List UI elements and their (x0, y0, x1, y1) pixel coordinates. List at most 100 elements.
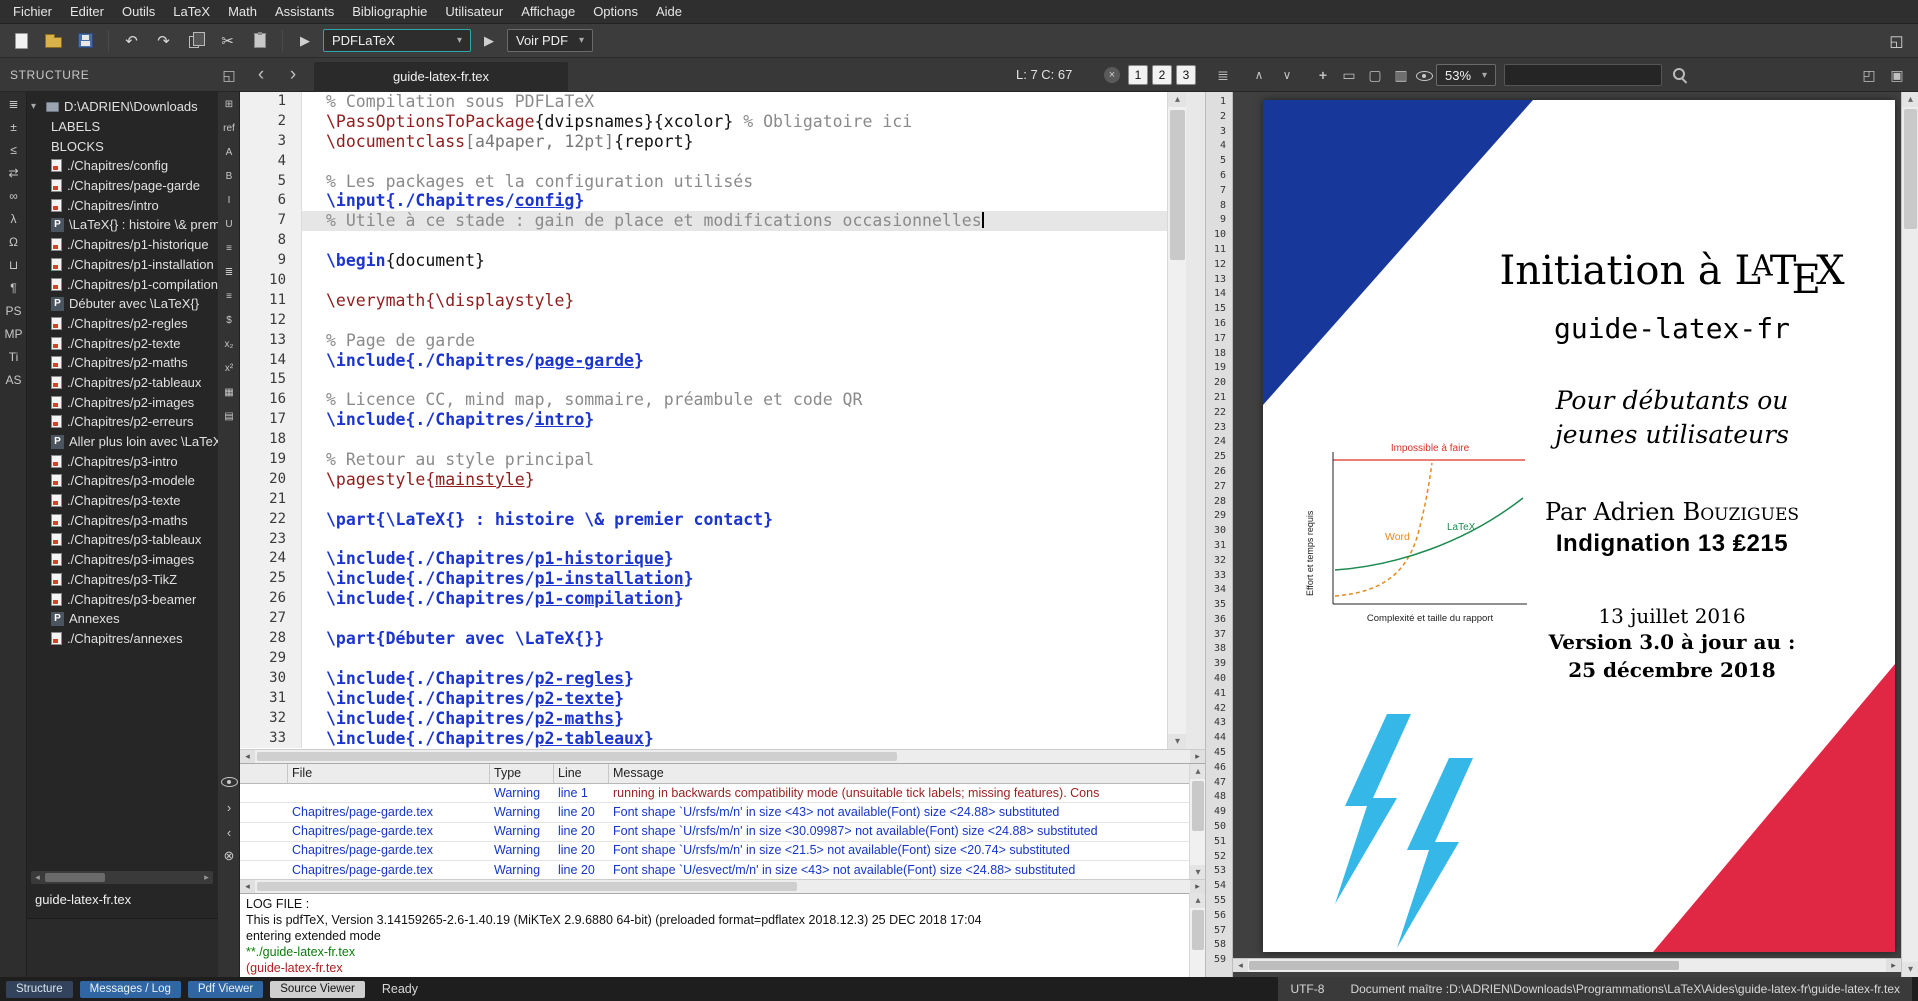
tree-item-5[interactable]: ./Chapitres/intro (27, 195, 218, 215)
status-tab-source-viewer[interactable]: Source Viewer (270, 981, 365, 998)
menu-utilisateur[interactable]: Utilisateur (436, 2, 512, 21)
code-line-30[interactable]: 30\include{./Chapitres/p2-regles} (240, 669, 1186, 689)
pdf-presentation-eye-icon[interactable] (1416, 67, 1433, 83)
message-row[interactable]: Chapitres/page-garde.texWarningline 20Fo… (240, 861, 1205, 879)
code-line-7[interactable]: 7% Utile à ce stade : gain de place et m… (240, 211, 1186, 231)
menu-options[interactable]: Options (584, 2, 647, 21)
tree-item-25[interactable]: ./Chapitres/p3-beamer (27, 589, 218, 609)
subscript-button[interactable]: x₂ (218, 332, 240, 356)
viewer-select[interactable]: Voir PDF ▾ (507, 29, 593, 52)
ref-button[interactable]: ref (218, 116, 240, 140)
detach-panel-icon[interactable]: ◱ (218, 58, 240, 92)
scrollbar-thumb[interactable] (1904, 109, 1917, 229)
code-text[interactable]: \include{./Chapitres/p2-texte} (302, 689, 1186, 709)
code-text[interactable]: \include{./Chapitres/p1-installation} (302, 569, 1186, 589)
search-icon[interactable] (1672, 67, 1688, 83)
code-text[interactable] (302, 271, 1186, 291)
view-mode-3-button[interactable]: 3 (1176, 65, 1196, 85)
align-center-button[interactable]: ≣ (218, 260, 240, 284)
code-text[interactable] (302, 430, 1186, 450)
scroll-left-icon[interactable]: ◂ (1233, 959, 1248, 972)
scrollbar-thumb[interactable] (257, 752, 897, 761)
menu-outils[interactable]: Outils (113, 2, 164, 21)
scroll-down-icon[interactable]: ▾ (1190, 865, 1205, 879)
code-line-14[interactable]: 14\include{./Chapitres/page-garde} (240, 351, 1186, 371)
scroll-left-icon[interactable]: ◂ (240, 750, 255, 763)
detach-window-icon[interactable]: ◱ (1883, 28, 1910, 54)
misc-text-button[interactable]: ¶ (0, 276, 27, 299)
scroll-right-icon[interactable]: ▸ (200, 871, 213, 884)
pdf-zoom-select[interactable]: 53% ▾ (1436, 64, 1496, 86)
open-document-item[interactable]: guide-latex-fr.tex (35, 892, 131, 907)
tree-item-24[interactable]: ./Chapitres/p3-TikZ (27, 570, 218, 590)
menu-latex[interactable]: LaTeX (164, 2, 219, 21)
tree-item-8[interactable]: ./Chapitres/p1-installation (27, 255, 218, 275)
collapse-left-icon[interactable]: ‹ (218, 821, 240, 843)
code-line-26[interactable]: 26\include{./Chapitres/p1-compilation} (240, 589, 1186, 609)
menu-assistants[interactable]: Assistants (266, 2, 343, 21)
code-line-16[interactable]: 16% Licence CC, mind map, sommaire, préa… (240, 390, 1186, 410)
scroll-up-icon[interactable]: ▴ (1168, 92, 1186, 107)
code-line-31[interactable]: 31\include{./Chapitres/p2-texte} (240, 689, 1186, 709)
code-line-19[interactable]: 19% Retour au style principal (240, 450, 1186, 470)
relation-symbols-button[interactable]: ≤ (0, 138, 27, 161)
code-text[interactable]: % Utile à ce stade : gain de place et mo… (302, 211, 1186, 231)
menu-aide[interactable]: Aide (647, 2, 691, 21)
scroll-right-icon[interactable]: ▸ (1190, 750, 1205, 763)
code-text[interactable]: \include{./Chapitres/page-garde} (302, 351, 1186, 371)
tree-item-9[interactable]: ./Chapitres/p1-compilation (27, 274, 218, 294)
tree-item-21[interactable]: ./Chapitres/p3-maths (27, 510, 218, 530)
scrollbar-thumb[interactable] (1192, 781, 1204, 831)
inline-math-button[interactable]: $ (218, 308, 240, 332)
code-line-5[interactable]: 5% Les packages et la configuration util… (240, 172, 1186, 192)
matrix-button[interactable]: ▦ (218, 380, 240, 404)
scroll-up-icon[interactable]: ▴ (1902, 92, 1918, 107)
save-button[interactable] (72, 28, 99, 54)
code-text[interactable]: \include{./Chapitres/p1-compilation} (302, 589, 1186, 609)
nav-back-icon[interactable]: ‹ (250, 58, 272, 92)
tree-item-3[interactable]: ./Chapitres/config (27, 156, 218, 176)
code-text[interactable]: \include{./Chapitres/intro} (302, 410, 1186, 430)
tikz-button[interactable]: Ti (0, 345, 27, 368)
code-line-17[interactable]: 17\include{./Chapitres/intro} (240, 410, 1186, 430)
code-text[interactable] (302, 609, 1186, 629)
log-vertical-scrollbar[interactable]: ▴ (1189, 893, 1205, 977)
code-text[interactable]: \part{\LaTeX{} : histoire \& premier con… (302, 510, 1186, 530)
pdf-viewer[interactable]: Initiation à LATEX guide-latex-fr Pour d… (1233, 92, 1918, 977)
scrollbar-thumb[interactable] (1170, 110, 1185, 260)
code-line-28[interactable]: 28\part{Débuter avec \LaTeX{}} (240, 629, 1186, 649)
tree-item-18[interactable]: ./Chapitres/p3-intro (27, 451, 218, 471)
editor-tab[interactable]: guide-latex-fr.tex (314, 62, 568, 92)
tree-item-27[interactable]: ./Chapitres/annexes (27, 629, 218, 649)
pdf-vertical-scrollbar[interactable]: ▴ ▾ (1901, 92, 1918, 977)
code-line-20[interactable]: 20\pagestyle{mainstyle} (240, 470, 1186, 490)
message-row[interactable]: Chapitres/page-garde.texWarningline 20Fo… (240, 842, 1205, 861)
messages-vertical-scrollbar[interactable]: ▴ ▾ (1189, 764, 1205, 879)
misc-symbols-button[interactable]: Ω (0, 230, 27, 253)
code-line-2[interactable]: 2\PassOptionsToPackage{dvipsnames}{xcolo… (240, 112, 1186, 132)
tree-item-7[interactable]: ./Chapitres/p1-historique (27, 235, 218, 255)
status-tab-structure[interactable]: Structure (6, 981, 73, 998)
pdf-horizontal-scrollbar[interactable]: ◂ ▸ (1233, 958, 1901, 972)
tree-item-26[interactable]: PAnnexes (27, 609, 218, 629)
scroll-up-icon[interactable]: ▴ (1190, 893, 1206, 908)
code-text[interactable]: \include{./Chapitres/p2-tableaux} (302, 729, 1186, 749)
code-text[interactable] (302, 311, 1186, 331)
code-line-9[interactable]: 9\begin{document} (240, 251, 1186, 271)
underline-button[interactable]: U (218, 212, 240, 236)
arrow-symbols-button[interactable]: ⇄ (0, 161, 27, 184)
metapost-button[interactable]: MP (0, 322, 27, 345)
undo-button[interactable]: ↶ (118, 28, 145, 54)
nav-forward-icon[interactable]: › (282, 58, 304, 92)
code-line-23[interactable]: 23 (240, 530, 1186, 550)
code-line-33[interactable]: 33\include{./Chapitres/p2-tableaux} (240, 729, 1186, 749)
code-line-13[interactable]: 13% Page de garde (240, 331, 1186, 351)
status-tab-messages-log[interactable]: Messages / Log (80, 981, 181, 998)
pdf-line-gutter[interactable]: 1234567891011121314151617181920212223242… (1205, 92, 1233, 977)
close-panel-icon[interactable]: ⊗ (218, 845, 240, 867)
delimiters-button[interactable]: ⊔ (0, 253, 27, 276)
editor-vertical-scrollbar[interactable]: ▴ ▾ (1167, 92, 1186, 749)
tree-item-13[interactable]: ./Chapitres/p2-maths (27, 353, 218, 373)
italic-button[interactable]: I (218, 188, 240, 212)
code-text[interactable]: % Compilation sous PDFLaTeX (302, 92, 1186, 112)
